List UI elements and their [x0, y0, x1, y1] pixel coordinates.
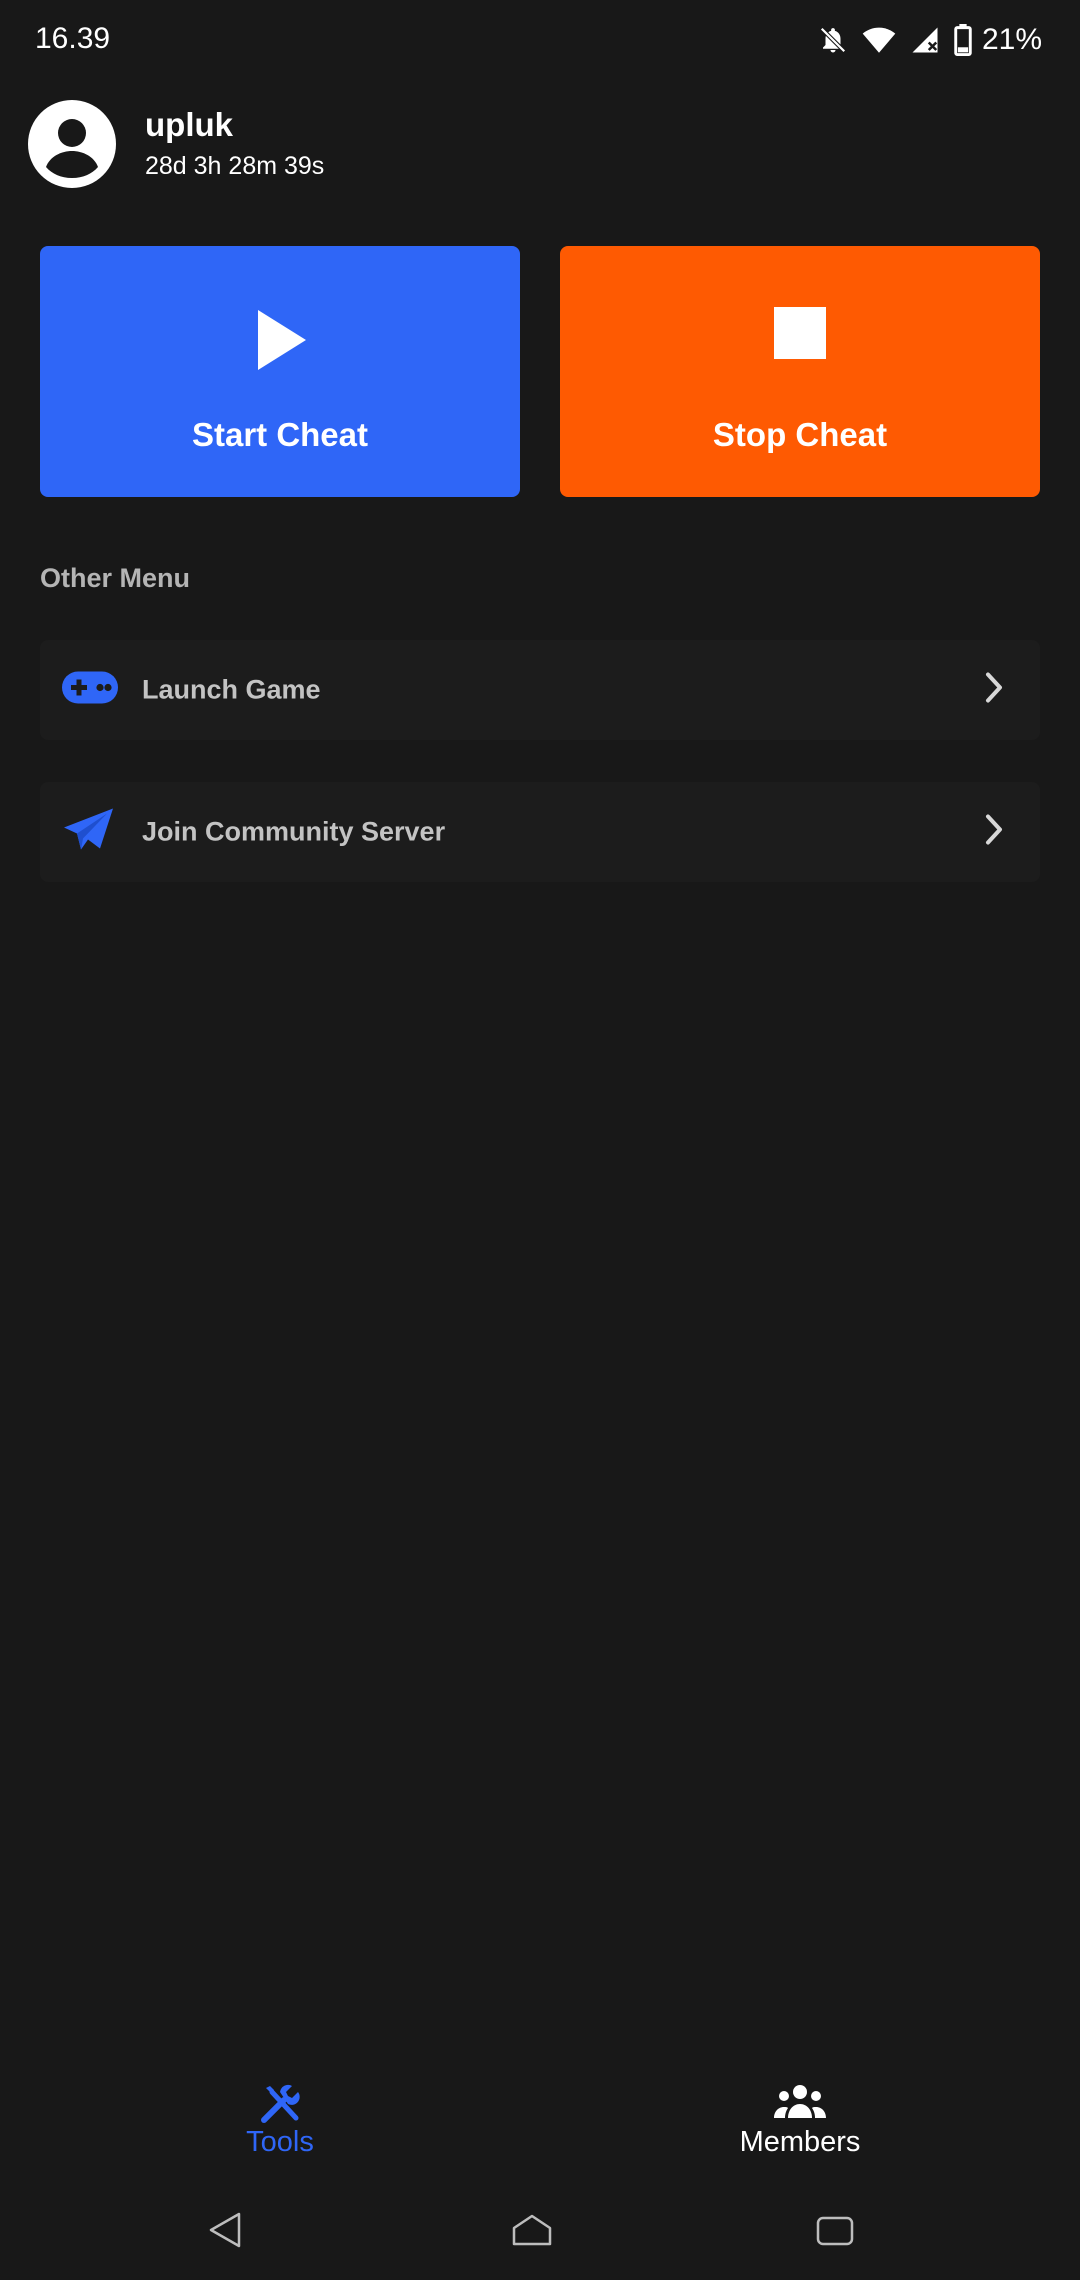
signal-icon — [910, 25, 940, 55]
members-icon — [774, 2084, 826, 2125]
account-circle-icon[interactable] — [28, 100, 116, 188]
menu-item-launch-game[interactable]: Launch Game — [40, 640, 1040, 740]
back-icon[interactable] — [205, 2210, 265, 2250]
system-navigation-bar — [0, 2180, 1080, 2280]
menu-item-label: Launch Game — [142, 674, 321, 705]
tab-tools-label: Tools — [246, 2126, 314, 2158]
gamepad-icon — [62, 671, 118, 709]
status-time: 16.39 — [35, 22, 111, 55]
notifications-off-icon — [818, 25, 848, 55]
tab-members-label: Members — [739, 2126, 861, 2158]
section-title-other-menu: Other Menu — [40, 563, 191, 593]
bottom-navigation: Tools Members — [0, 2060, 1080, 2180]
battery-percentage: 21% — [981, 23, 1042, 56]
stop-cheat-label: Stop Cheat — [712, 416, 888, 453]
tools-icon — [258, 2084, 302, 2129]
start-cheat-button[interactable]: Start Cheat — [40, 246, 520, 497]
menu-item-label: Join Community Server — [142, 816, 446, 847]
battery-icon — [954, 24, 972, 56]
telegram-icon — [62, 808, 114, 857]
chevron-right-icon — [984, 672, 1004, 709]
wifi-icon — [862, 25, 896, 55]
stop-cheat-button[interactable]: Stop Cheat — [560, 246, 1040, 497]
subscription-duration: 28d 3h 28m 39s — [145, 152, 325, 180]
tab-tools[interactable]: Tools — [130, 2070, 430, 2180]
tab-members[interactable]: Members — [650, 2070, 950, 2180]
start-cheat-label: Start Cheat — [191, 416, 369, 453]
menu-item-join-community-server[interactable]: Join Community Server — [40, 782, 1040, 882]
play-icon — [250, 306, 310, 379]
chevron-right-icon — [984, 814, 1004, 851]
recents-icon[interactable] — [815, 2210, 875, 2250]
stop-icon — [773, 306, 827, 365]
home-icon[interactable] — [510, 2210, 570, 2250]
user-profile: upluk 28d 3h 28m 39s — [28, 100, 1028, 188]
status-bar: 16.39 21% — [0, 0, 1080, 82]
status-icons: 21% — [818, 20, 1042, 60]
username: upluk — [145, 106, 233, 143]
